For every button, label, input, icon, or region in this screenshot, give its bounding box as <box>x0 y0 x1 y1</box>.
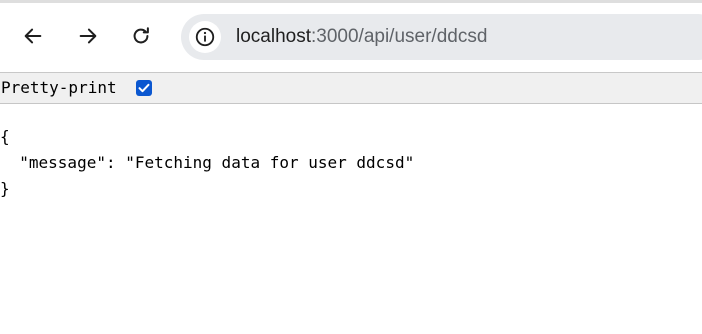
arrow-right-icon <box>79 28 97 44</box>
json-open-brace: { <box>0 127 10 146</box>
url-text[interactable]: localhost:3000/api/user/ddcsd <box>236 26 487 48</box>
address-bar[interactable]: localhost:3000/api/user/ddcsd <box>181 14 702 60</box>
pretty-print-checkbox[interactable] <box>136 80 152 96</box>
json-output: { "message": "Fetching data for user ddc… <box>0 124 414 202</box>
pretty-print-bar: Pretty-print <box>0 73 702 104</box>
info-circle-icon <box>195 27 215 47</box>
json-close-brace: } <box>0 179 10 198</box>
browser-toolbar: localhost:3000/api/user/ddcsd <box>0 3 702 72</box>
forward-button[interactable] <box>74 22 102 50</box>
url-path: :3000/api/user/ddcsd <box>311 26 488 47</box>
json-message-line: "message": "Fetching data for user ddcsd… <box>0 153 415 172</box>
pretty-print-label: Pretty-print <box>1 78 117 97</box>
arrow-left-icon <box>24 28 42 44</box>
checkmark-icon <box>138 83 150 93</box>
reload-icon <box>133 27 149 44</box>
url-host: localhost <box>236 26 311 47</box>
back-button[interactable] <box>19 22 47 50</box>
site-info-button[interactable] <box>189 21 221 53</box>
reload-button[interactable] <box>127 22 155 50</box>
